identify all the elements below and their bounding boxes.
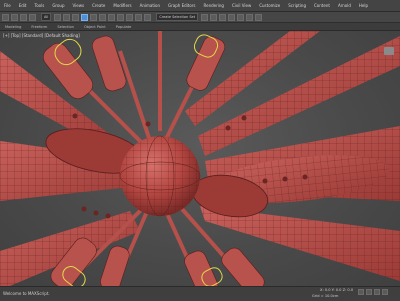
right-panels [185,31,400,281]
undo-icon[interactable] [2,13,9,21]
unlink-icon[interactable] [29,13,36,21]
menu-content[interactable]: Content [310,3,334,8]
menu-tools[interactable]: Tools [30,3,48,8]
scale-icon[interactable] [99,13,107,21]
select-by-name-icon[interactable] [63,13,71,21]
snap-icon[interactable] [126,13,134,21]
menu-views[interactable]: Views [69,3,89,8]
rotate-icon[interactable] [90,13,98,21]
percent-snap-icon[interactable] [144,13,152,21]
menu-modifiers[interactable]: Modifiers [109,3,135,8]
menu-animation[interactable]: Animation [136,3,164,8]
menu-civil-view[interactable]: Civil View [228,3,255,8]
grid-size: Grid = 10.0cm [312,294,339,298]
menu-create[interactable]: Create [88,3,109,8]
status-controls [356,289,388,295]
selection-set-field[interactable]: Create Selection Set [156,13,199,21]
viewport[interactable]: [+] [Top] [Standard] [Default Shading] [0,31,400,286]
ribbon-tab-modeling[interactable]: Modeling [0,25,26,29]
select-move-icon[interactable] [81,13,89,21]
viewcube-icon[interactable] [384,47,394,55]
link-icon[interactable] [20,13,27,21]
ribbon-tab-populate[interactable]: Populate [111,25,137,29]
menu-graph-editors[interactable]: Graph Editors [164,3,199,8]
model-render[interactable] [0,31,400,286]
material-editor-icon[interactable] [237,13,245,21]
zoom-extents-icon[interactable] [382,289,388,295]
redo-icon[interactable] [11,13,18,21]
align-icon[interactable] [210,13,218,21]
lock-icon[interactable] [358,289,364,295]
pivot-icon[interactable] [117,13,125,21]
menu-group[interactable]: Group [48,3,68,8]
time-config-icon[interactable] [374,289,380,295]
ribbon-tab-object-paint[interactable]: Object Paint [79,25,111,29]
mirror-icon[interactable] [201,13,209,21]
ribbon-tabs: Modeling Freeform Selection Object Paint… [0,23,400,31]
coordinate-display: X: 0.0 Y: 0.0 Z: 0.0 [320,288,354,292]
angle-snap-icon[interactable] [135,13,143,21]
render-icon[interactable] [255,13,263,21]
central-hub [119,135,201,217]
main-toolbar: All Create Selection Set [0,12,400,23]
menu-help[interactable]: Help [355,3,372,8]
menu-arnold[interactable]: Arnold [334,3,355,8]
render-setup-icon[interactable] [246,13,254,21]
rect-selection-icon[interactable] [72,13,80,21]
curve-editor-icon[interactable] [228,13,236,21]
ribbon-tab-selection[interactable]: Selection [52,25,79,29]
reference-coord-icon[interactable] [108,13,116,21]
layers-icon[interactable] [219,13,227,21]
maxscript-listener[interactable]: Welcome to MAXScript. [3,291,50,296]
key-icon[interactable] [366,289,372,295]
viewport-label[interactable]: [+] [Top] [Standard] [Default Shading] [3,33,80,38]
status-bar: Welcome to MAXScript. X: 0.0 Y: 0.0 Z: 0… [0,286,400,301]
menu-bar: File Edit Tools Group Views Create Modif… [0,0,400,12]
ribbon-tab-freeform[interactable]: Freeform [26,25,52,29]
menu-scripting[interactable]: Scripting [284,3,310,8]
select-icon[interactable] [54,13,62,21]
menu-rendering[interactable]: Rendering [200,3,228,8]
selection-filter-dropdown[interactable]: All [41,13,52,21]
menu-customize[interactable]: Customize [255,3,284,8]
menu-edit[interactable]: Edit [15,3,31,8]
menu-file[interactable]: File [0,3,15,8]
